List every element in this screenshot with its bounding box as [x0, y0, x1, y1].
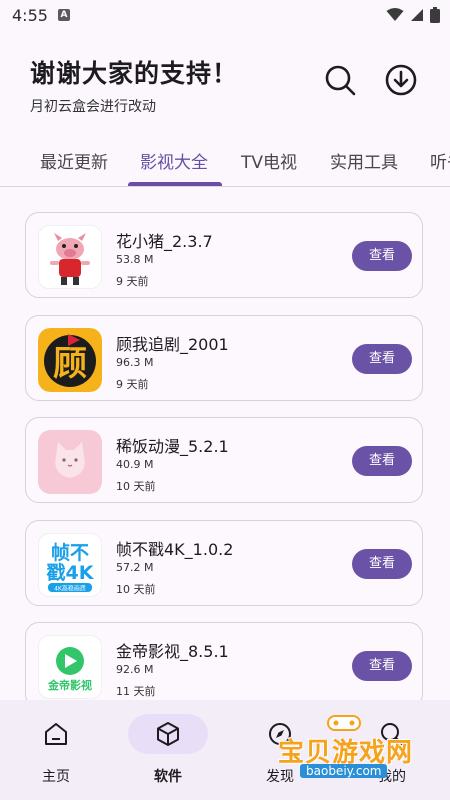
app-updated: 11 天前 [116, 685, 156, 698]
status-icons [386, 7, 440, 23]
tab-recent[interactable]: 最近更新 [40, 148, 108, 173]
download-button[interactable] [383, 62, 419, 98]
app-name: 帧不戳4K_1.0.2 [116, 540, 234, 559]
app-icon-cat [38, 430, 102, 494]
list-item[interactable]: 顾 顾我追剧_2001 96.3 M 9 天前 查看 [25, 315, 423, 401]
app-name: 顾我追剧_2001 [116, 335, 229, 354]
view-button[interactable]: 查看 [352, 446, 412, 476]
app-updated: 10 天前 [116, 480, 156, 493]
app-size: 96.3 M [116, 356, 154, 369]
app-name: 金帝影视_8.5.1 [116, 642, 229, 661]
tab-movies[interactable]: 影视大全 [140, 148, 208, 173]
wifi-icon [386, 8, 404, 21]
category-tabs: 最近更新 影视大全 TV电视 实用工具 听书 [0, 138, 450, 187]
app-icon-zhen-line2: 戳4K [47, 562, 95, 584]
nav-software[interactable]: 软件 [112, 700, 224, 800]
app-icon-zhen-sub: 4K高稳画质 [54, 585, 86, 593]
tab-tools[interactable]: 实用工具 [330, 148, 398, 173]
search-button[interactable] [322, 62, 358, 98]
list-item[interactable]: 帧不 戳4K 4K高稳画质 帧不戳4K_1.0.2 57.2 M 10 天前 查… [25, 520, 423, 606]
page-title: 谢谢大家的支持！ [30, 59, 239, 88]
list-item[interactable]: 稀饭动漫_5.2.1 40.9 M 10 天前 查看 [25, 417, 423, 503]
header: 谢谢大家的支持！ 月初云盒会进行改动 [30, 50, 330, 116]
notification-icon: A [58, 9, 70, 21]
tab-tv[interactable]: TV电视 [241, 148, 297, 173]
app-size: 92.6 M [116, 663, 154, 676]
watermark: 宝贝游戏网 baobeiy.com [268, 712, 438, 782]
download-icon [385, 64, 417, 96]
nav-software-label: 软件 [154, 769, 182, 785]
app-updated: 9 天前 [116, 275, 149, 288]
status-bar: 4:55 A [0, 0, 450, 32]
signal-icon [411, 9, 423, 21]
page-subtitle: 月初云盒会进行改动 [30, 99, 156, 115]
app-icon-zhen-line1: 帧不 [51, 541, 89, 564]
app-updated: 9 天前 [116, 378, 149, 391]
list-item[interactable]: 花小猪_2.3.7 53.8 M 9 天前 查看 [25, 212, 423, 298]
package-icon [148, 716, 188, 752]
app-list: 花小猪_2.3.7 53.8 M 9 天前 查看 顾 顾我追剧_2001 96.… [0, 186, 450, 701]
nav-home[interactable]: 主页 [0, 700, 112, 800]
app-icon-guwo-char: 顾 [53, 344, 87, 384]
view-button[interactable]: 查看 [352, 241, 412, 271]
home-icon [36, 716, 76, 752]
app-icon-pig [38, 225, 102, 289]
view-button[interactable]: 查看 [352, 344, 412, 374]
app-size: 40.9 M [116, 458, 154, 471]
tab-audiobooks[interactable]: 听书 [430, 148, 450, 173]
gamepad-icon [327, 715, 361, 731]
app-icon-jindi-text: 金帝影视 [47, 678, 92, 692]
app-name: 花小猪_2.3.7 [116, 232, 213, 251]
view-button[interactable]: 查看 [352, 549, 412, 579]
watermark-url: baobeiy.com [300, 764, 388, 778]
app-name: 稀饭动漫_5.2.1 [116, 437, 229, 456]
app-icon-zhen: 帧不 戳4K 4K高稳画质 [38, 533, 102, 597]
app-icon-jindi: 金帝影视 [38, 635, 102, 699]
app-size: 53.8 M [116, 253, 154, 266]
list-item[interactable]: 金帝影视 金帝影视_8.5.1 92.6 M 11 天前 查看 [25, 622, 423, 701]
app-icon-guwo: 顾 [38, 328, 102, 392]
battery-icon [430, 7, 440, 23]
app-updated: 10 天前 [116, 583, 156, 596]
status-time: 4:55 [12, 6, 48, 25]
nav-home-label: 主页 [42, 769, 70, 785]
search-icon [325, 65, 356, 96]
view-button[interactable]: 查看 [352, 651, 412, 681]
app-size: 57.2 M [116, 561, 154, 574]
